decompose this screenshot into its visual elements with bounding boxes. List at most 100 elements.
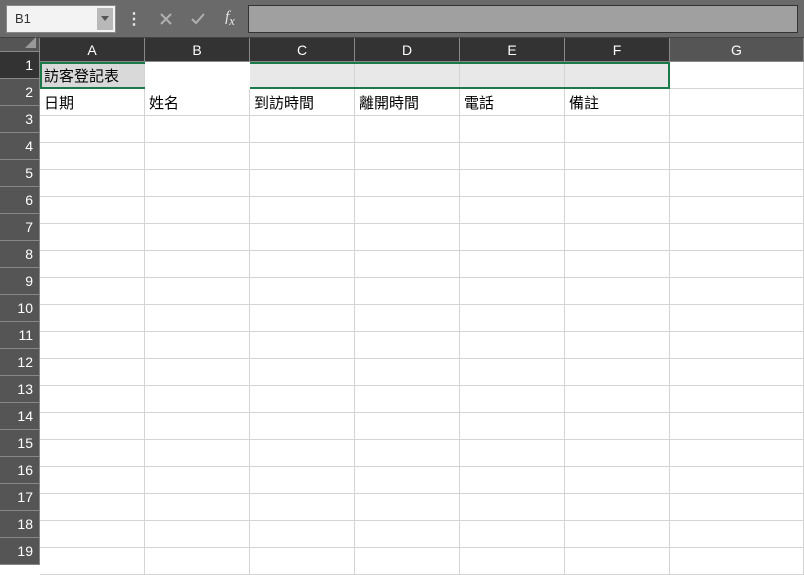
select-all-corner[interactable] bbox=[0, 38, 40, 52]
cell-F2[interactable]: 備註 bbox=[565, 89, 670, 116]
row-header-14[interactable]: 14 bbox=[0, 403, 40, 430]
cell-D7[interactable] bbox=[355, 224, 460, 251]
cell-C19[interactable] bbox=[250, 548, 355, 575]
cell-G7[interactable] bbox=[670, 224, 804, 251]
cell-B17[interactable] bbox=[145, 494, 250, 521]
row-header-19[interactable]: 19 bbox=[0, 538, 40, 565]
cell-B5[interactable] bbox=[145, 170, 250, 197]
cell-B8[interactable] bbox=[145, 251, 250, 278]
cell-D3[interactable] bbox=[355, 116, 460, 143]
col-header-C[interactable]: C bbox=[250, 38, 355, 62]
cell-A10[interactable] bbox=[40, 305, 145, 332]
cell-D13[interactable] bbox=[355, 386, 460, 413]
cell-E19[interactable] bbox=[460, 548, 565, 575]
cancel-icon[interactable] bbox=[152, 5, 180, 33]
cell-F5[interactable] bbox=[565, 170, 670, 197]
cell-B10[interactable] bbox=[145, 305, 250, 332]
cell-G9[interactable] bbox=[670, 278, 804, 305]
cell-G19[interactable] bbox=[670, 548, 804, 575]
col-header-G[interactable]: G bbox=[670, 38, 804, 62]
cell-A5[interactable] bbox=[40, 170, 145, 197]
cell-A7[interactable] bbox=[40, 224, 145, 251]
cell-D11[interactable] bbox=[355, 332, 460, 359]
row-header-5[interactable]: 5 bbox=[0, 160, 40, 187]
cell-E6[interactable] bbox=[460, 197, 565, 224]
cell-G15[interactable] bbox=[670, 440, 804, 467]
cell-G3[interactable] bbox=[670, 116, 804, 143]
cell-D9[interactable] bbox=[355, 278, 460, 305]
cell-D1[interactable] bbox=[355, 62, 460, 89]
cell-G17[interactable] bbox=[670, 494, 804, 521]
cell-A9[interactable] bbox=[40, 278, 145, 305]
cell-G5[interactable] bbox=[670, 170, 804, 197]
cell-F10[interactable] bbox=[565, 305, 670, 332]
cell-F16[interactable] bbox=[565, 467, 670, 494]
cell-C6[interactable] bbox=[250, 197, 355, 224]
cell-C10[interactable] bbox=[250, 305, 355, 332]
row-header-13[interactable]: 13 bbox=[0, 376, 40, 403]
cell-E9[interactable] bbox=[460, 278, 565, 305]
cell-E14[interactable] bbox=[460, 413, 565, 440]
cell-F18[interactable] bbox=[565, 521, 670, 548]
cell-D10[interactable] bbox=[355, 305, 460, 332]
cell-E3[interactable] bbox=[460, 116, 565, 143]
row-header-12[interactable]: 12 bbox=[0, 349, 40, 376]
fx-icon[interactable]: fx bbox=[216, 5, 244, 33]
cell-B15[interactable] bbox=[145, 440, 250, 467]
cell-F4[interactable] bbox=[565, 143, 670, 170]
cell-A4[interactable] bbox=[40, 143, 145, 170]
cell-D5[interactable] bbox=[355, 170, 460, 197]
cell-C18[interactable] bbox=[250, 521, 355, 548]
cell-D12[interactable] bbox=[355, 359, 460, 386]
col-header-A[interactable]: A bbox=[40, 38, 145, 62]
row-header-4[interactable]: 4 bbox=[0, 133, 40, 160]
row-header-2[interactable]: 2 bbox=[0, 79, 40, 106]
formula-input[interactable] bbox=[248, 5, 798, 33]
cell-E17[interactable] bbox=[460, 494, 565, 521]
cell-B4[interactable] bbox=[145, 143, 250, 170]
cell-C3[interactable] bbox=[250, 116, 355, 143]
cell-E15[interactable] bbox=[460, 440, 565, 467]
row-header-1[interactable]: 1 bbox=[0, 52, 40, 79]
cell-F15[interactable] bbox=[565, 440, 670, 467]
cell-B9[interactable] bbox=[145, 278, 250, 305]
cell-A11[interactable] bbox=[40, 332, 145, 359]
cell-A14[interactable] bbox=[40, 413, 145, 440]
cell-C2[interactable]: 到訪時間 bbox=[250, 89, 355, 116]
row-header-18[interactable]: 18 bbox=[0, 511, 40, 538]
cell-D16[interactable] bbox=[355, 467, 460, 494]
cell-B11[interactable] bbox=[145, 332, 250, 359]
cell-B13[interactable] bbox=[145, 386, 250, 413]
cell-C1[interactable] bbox=[250, 62, 355, 89]
cell-B6[interactable] bbox=[145, 197, 250, 224]
cell-A3[interactable] bbox=[40, 116, 145, 143]
cell-D4[interactable] bbox=[355, 143, 460, 170]
cell-A13[interactable] bbox=[40, 386, 145, 413]
cell-G1[interactable] bbox=[670, 62, 804, 89]
cell-C7[interactable] bbox=[250, 224, 355, 251]
row-header-7[interactable]: 7 bbox=[0, 214, 40, 241]
cell-B3[interactable] bbox=[145, 116, 250, 143]
cell-B12[interactable] bbox=[145, 359, 250, 386]
cell-G8[interactable] bbox=[670, 251, 804, 278]
cell-B14[interactable] bbox=[145, 413, 250, 440]
cell-C9[interactable] bbox=[250, 278, 355, 305]
cell-D18[interactable] bbox=[355, 521, 460, 548]
cell-C5[interactable] bbox=[250, 170, 355, 197]
cell-A1[interactable]: 訪客登記表 bbox=[40, 62, 145, 89]
cell-F14[interactable] bbox=[565, 413, 670, 440]
cell-E4[interactable] bbox=[460, 143, 565, 170]
col-header-D[interactable]: D bbox=[355, 38, 460, 62]
col-header-F[interactable]: F bbox=[565, 38, 670, 62]
col-header-B[interactable]: B bbox=[145, 38, 250, 62]
cell-C4[interactable] bbox=[250, 143, 355, 170]
cell-E2[interactable]: 電話 bbox=[460, 89, 565, 116]
cell-F12[interactable] bbox=[565, 359, 670, 386]
cell-G6[interactable] bbox=[670, 197, 804, 224]
cell-D15[interactable] bbox=[355, 440, 460, 467]
cell-D17[interactable] bbox=[355, 494, 460, 521]
enter-icon[interactable] bbox=[184, 5, 212, 33]
cell-F17[interactable] bbox=[565, 494, 670, 521]
cell-C11[interactable] bbox=[250, 332, 355, 359]
cell-E16[interactable] bbox=[460, 467, 565, 494]
